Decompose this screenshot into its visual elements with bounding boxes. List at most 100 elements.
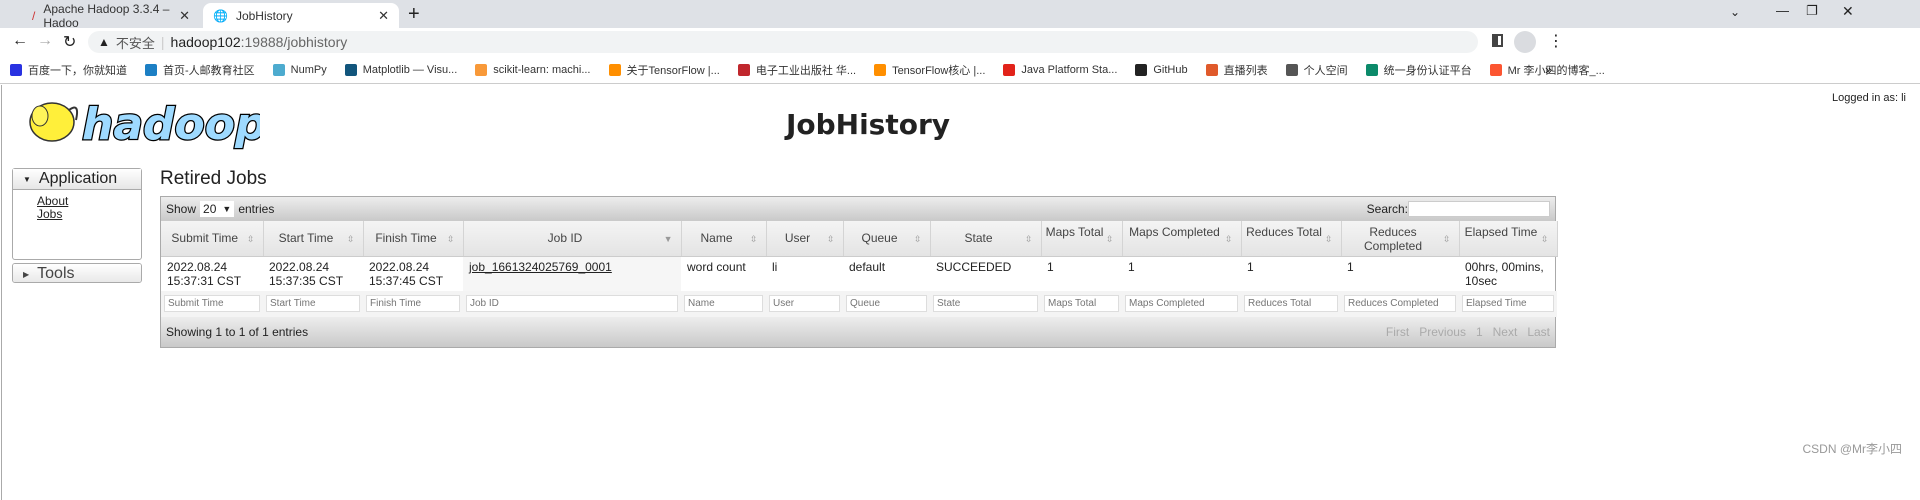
- forward-icon[interactable]: →: [37, 32, 53, 50]
- sort-icon: ⇳: [913, 233, 922, 244]
- logged-in-user: Logged in as: li: [1832, 92, 1906, 104]
- column-header[interactable]: Start Time ⇳: [263, 221, 364, 257]
- column-filter-input[interactable]: [684, 295, 763, 312]
- bookmark[interactable]: 直播列表: [1205, 62, 1268, 78]
- column-filter-input[interactable]: [366, 295, 460, 312]
- table-cell: 1: [1047, 259, 1054, 274]
- column-filter-input[interactable]: [266, 295, 360, 312]
- bookmark[interactable]: 统一身份认证平台: [1365, 62, 1472, 78]
- table-cell: 2022.08.24 15:37:35 CST: [269, 259, 344, 288]
- column-header[interactable]: Name ⇳: [681, 221, 767, 257]
- tab-bar: / Apache Hadoop 3.3.4 – Hadoo ✕ 🌐 JobHistor…: [0, 0, 1920, 30]
- table-cell: SUCCEEDED: [936, 259, 1012, 274]
- sort-icon: ⇳: [1540, 233, 1549, 244]
- pager-next[interactable]: Next: [1493, 325, 1518, 339]
- bookmark[interactable]: 百度一下，你就知道: [10, 62, 127, 78]
- reload-icon[interactable]: ↻: [63, 32, 76, 52]
- bookmark-favicon-icon: [1489, 63, 1502, 76]
- application-header[interactable]: ▼ Application: [13, 169, 141, 189]
- column-header[interactable]: Elapsed Time ⇳: [1459, 221, 1558, 257]
- back-icon[interactable]: ←: [12, 32, 28, 50]
- bookmark-favicon-icon: [1285, 63, 1298, 76]
- column-filter-input[interactable]: [933, 295, 1038, 312]
- close-tab-icon[interactable]: ✕: [378, 8, 389, 24]
- column-filter-input[interactable]: [1044, 295, 1119, 312]
- profile-avatar[interactable]: [1514, 31, 1536, 53]
- table-cell: li: [772, 259, 778, 274]
- bookmark[interactable]: scikit-learn: machi...: [475, 63, 591, 76]
- sort-icon: ⇳: [346, 233, 355, 244]
- column-header[interactable]: User ⇳: [766, 221, 844, 257]
- sort-icon: ⇳: [1024, 233, 1033, 244]
- sort-icon: ⇳: [1324, 233, 1333, 244]
- table-cell: 1: [1128, 259, 1135, 274]
- bookmark[interactable]: Matplotlib — Visu...: [344, 63, 457, 76]
- restore-button[interactable]: ❐: [1806, 3, 1818, 19]
- tab-jobhistory[interactable]: 🌐 JobHistory ✕: [203, 3, 399, 28]
- table-cell: 2022.08.24 15:37:45 CST: [369, 259, 444, 288]
- column-filter-input[interactable]: [164, 295, 260, 312]
- sort-icon: ⇳: [1105, 233, 1114, 244]
- bookmark-favicon-icon: [1003, 63, 1016, 76]
- bookmark[interactable]: 关于TensorFlow |...: [608, 62, 720, 78]
- tab-hadoop[interactable]: / Apache Hadoop 3.3.4 – Hadoo ✕: [22, 2, 200, 30]
- chevron-down-icon: ▼: [222, 204, 232, 214]
- column-filter-input[interactable]: [846, 295, 927, 312]
- column-header[interactable]: Reduces Total ⇳: [1241, 221, 1342, 257]
- bookmark-favicon-icon: [737, 63, 750, 76]
- column-filter-input[interactable]: [1462, 295, 1554, 312]
- bookmark[interactable]: 首页-人邮教育社区: [145, 62, 255, 78]
- more-bookmarks[interactable]: »: [1545, 62, 1552, 77]
- close-tab-icon[interactable]: ✕: [179, 8, 190, 24]
- column-header[interactable]: State ⇳: [930, 221, 1042, 257]
- tools-nav[interactable]: ▶ Tools: [12, 263, 142, 283]
- bookmark[interactable]: TensorFlow核心 |...: [874, 62, 985, 78]
- sort-icon: ⇳: [446, 233, 455, 244]
- jobs-table: Submit Time ⇳ Start Time ⇳ Finish Time ⇳ Job I…: [161, 221, 1558, 317]
- column-header[interactable]: Maps Total ⇳: [1041, 221, 1123, 257]
- minimize-button[interactable]: —: [1776, 3, 1789, 18]
- sort-icon: ⇳: [826, 233, 835, 244]
- close-window-button[interactable]: ✕: [1842, 3, 1854, 20]
- nav-link-about[interactable]: About: [13, 195, 141, 208]
- new-tab-button[interactable]: +: [408, 3, 420, 26]
- column-filter-input[interactable]: [466, 295, 678, 312]
- bookmark-favicon-icon: [145, 63, 157, 76]
- bookmark[interactable]: GitHub: [1135, 63, 1188, 76]
- section-heading: Retired Jobs: [160, 168, 267, 189]
- table-cell: 1: [1347, 259, 1354, 274]
- column-filter-input[interactable]: [1344, 295, 1456, 312]
- page-size-select[interactable]: 20 ▼: [200, 201, 235, 217]
- tab-search-icon[interactable]: ⌄: [1730, 5, 1740, 19]
- column-header[interactable]: Job ID ▼: [463, 221, 682, 257]
- pager-first[interactable]: First: [1386, 325, 1409, 339]
- column-filter-input[interactable]: [1244, 295, 1338, 312]
- column-header[interactable]: Queue ⇳: [843, 221, 931, 257]
- sort-icon: ⇳: [749, 233, 758, 244]
- table-cell: 00hrs, 00mins, 10sec: [1465, 259, 1544, 288]
- pager-1[interactable]: 1: [1476, 325, 1483, 339]
- column-filter-input[interactable]: [769, 295, 840, 312]
- side-panel-icon[interactable]: [1492, 34, 1503, 47]
- triangle-right-icon: ▶: [23, 269, 30, 279]
- search-input[interactable]: [1408, 201, 1550, 217]
- nav-link-jobs[interactable]: Jobs: [13, 208, 141, 221]
- column-header[interactable]: Reduces Completed ⇳: [1341, 221, 1460, 257]
- address-bar[interactable]: ▲ 不安全 | hadoop102:19888/jobhistory: [88, 31, 1478, 53]
- bookmark[interactable]: 电子工业出版社 华...: [737, 62, 856, 78]
- bookmark-favicon-icon: [1205, 63, 1218, 76]
- pager-last[interactable]: Last: [1527, 325, 1550, 339]
- column-header[interactable]: Maps Completed ⇳: [1122, 221, 1242, 257]
- job-id-link[interactable]: job_1661324025769_0001: [469, 260, 612, 274]
- column-header[interactable]: Finish Time ⇳: [363, 221, 464, 257]
- menu-icon[interactable]: ⋮: [1548, 31, 1564, 51]
- column-filter-input[interactable]: [1125, 295, 1238, 312]
- bookmark[interactable]: Java Platform Sta...: [1003, 63, 1117, 76]
- pager-previous[interactable]: Previous: [1419, 325, 1466, 339]
- bookmark-favicon-icon: [10, 63, 22, 76]
- bookmark[interactable]: 个人空间: [1285, 62, 1348, 78]
- bookmark[interactable]: NumPy: [272, 63, 327, 76]
- bookmark-favicon-icon: [608, 63, 621, 76]
- column-header[interactable]: Submit Time ⇳: [161, 221, 264, 257]
- bookmark-favicon-icon: [874, 63, 887, 76]
